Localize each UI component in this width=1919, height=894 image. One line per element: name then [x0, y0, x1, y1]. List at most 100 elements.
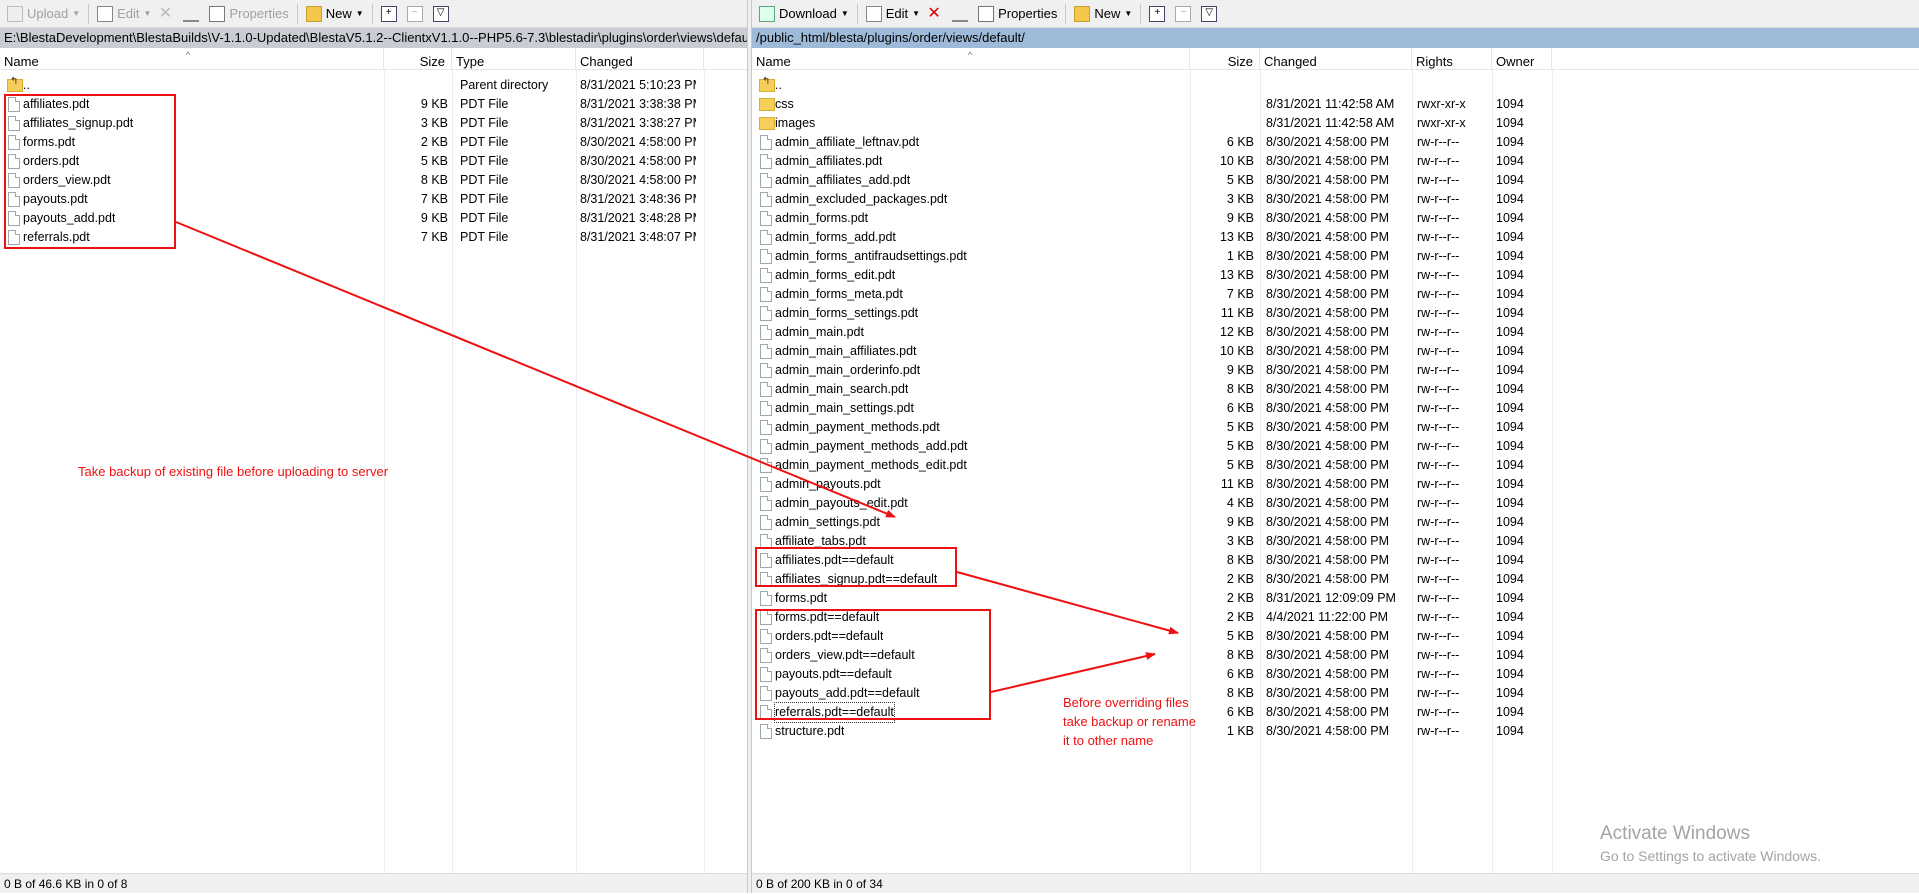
file-row[interactable]: affiliates_signup.pdt==default 2 KB 8/30/2…	[752, 570, 1919, 589]
file-owner: 1094	[1496, 211, 1524, 225]
file-row[interactable]: admin_forms_antifraudsettings.pdt 1 KB 8/3…	[752, 247, 1919, 266]
column-size[interactable]: Size	[1190, 48, 1260, 70]
column-owner[interactable]: Owner	[1492, 48, 1552, 70]
file-type: PDT File	[460, 211, 509, 225]
column-changed[interactable]: Changed	[1260, 48, 1412, 70]
download-button[interactable]: Download ▼	[756, 3, 852, 25]
file-row[interactable]: admin_main_orderinfo.pdt 9 KB 8/30/2021 4:…	[752, 361, 1919, 380]
file-rights: rw-r--r--	[1417, 534, 1460, 548]
file-name: forms.pdt	[23, 135, 76, 149]
delete-button[interactable]: ✕	[154, 3, 180, 25]
file-name: forms.pdt==default	[775, 610, 880, 624]
collapse-button[interactable]: −	[404, 3, 430, 25]
delete-button[interactable]: ✕	[923, 3, 949, 25]
file-row[interactable]: admin_main_settings.pdt 6 KB 8/30/2021 4:5…	[752, 399, 1919, 418]
file-row[interactable]: referrals.pdt==default 6 KB 8/30/2021 4:58…	[752, 702, 1919, 723]
file-size: 2 KB	[1226, 610, 1254, 624]
filter-button[interactable]: ▽	[430, 3, 456, 25]
file-rights: rw-r--r--	[1417, 173, 1460, 187]
file-row[interactable]: admin_main_affiliates.pdt 10 KB 8/30/2021 …	[752, 342, 1919, 361]
file-row[interactable]: payouts.pdt==default 6 KB 8/30/2021 4:58:0…	[752, 665, 1919, 684]
file-row[interactable]: admin_forms_add.pdt 13 KB 8/30/2021 4:58:0…	[752, 228, 1919, 247]
file-row[interactable]: admin_payment_methods_add.pdt 5 KB 8/30/20…	[752, 437, 1919, 456]
file-name: admin_payment_methods.pdt	[775, 420, 940, 434]
file-owner: 1094	[1496, 458, 1524, 472]
file-row[interactable]: admin_affiliates.pdt 10 KB 8/30/2021 4:58:…	[752, 152, 1919, 171]
file-owner: 1094	[1496, 477, 1524, 491]
column-size[interactable]: Size	[384, 48, 452, 70]
file-changed: 8/30/2021 4:58:00 PM	[1266, 249, 1390, 263]
rename-button[interactable]	[949, 3, 975, 25]
file-row[interactable]: payouts_add.pdt 9 KB PDT File 8/31/2021 3:4…	[0, 209, 747, 228]
file-row[interactable]: payouts.pdt 7 KB PDT File 8/31/2021 3:48:36…	[0, 190, 747, 209]
file-row[interactable]: admin_excluded_packages.pdt 3 KB 8/30/2021…	[752, 190, 1919, 209]
file-size: 11 KB	[1220, 306, 1254, 320]
file-changed: 8/30/2021 4:58:00 PM	[1266, 572, 1390, 586]
folder-row[interactable]: css 8/31/2021 11:42:58 AM rwxr-xr-x 1094	[752, 95, 1919, 114]
column-type[interactable]: Type	[452, 48, 576, 70]
file-owner: 1094	[1496, 534, 1524, 548]
file-row[interactable]: admin_payment_methods_edit.pdt 5 KB 8/30/2…	[752, 456, 1919, 475]
file-row[interactable]: orders_view.pdt 8 KB PDT File 8/30/2021 4:5…	[0, 171, 747, 190]
file-row[interactable]: admin_affiliates_add.pdt 5 KB 8/30/2021 4:…	[752, 171, 1919, 190]
edit-button[interactable]: Edit ▼	[863, 3, 923, 25]
file-row[interactable]: forms.pdt 2 KB 8/31/2021 12:09:09 PM rw-r--…	[752, 589, 1919, 608]
file-row[interactable]: admin_main.pdt 12 KB 8/30/2021 4:58:00 PM r…	[752, 323, 1919, 342]
file-row[interactable]: referrals.pdt 7 KB PDT File 8/31/2021 3:48:…	[0, 228, 747, 247]
filter-button[interactable]: ▽	[1198, 3, 1224, 25]
local-path-bar[interactable]: E:\BlestaDevelopment\BlestaBuilds\V-1.1.…	[0, 28, 747, 48]
file-row[interactable]: affiliate_tabs.pdt 3 KB 8/30/2021 4:58:00 …	[752, 532, 1919, 551]
edit-button[interactable]: Edit ▼	[94, 3, 154, 25]
file-row[interactable]: admin_forms_meta.pdt 7 KB 8/30/2021 4:58:0…	[752, 285, 1919, 304]
expand-button[interactable]: +	[378, 3, 404, 25]
file-rights: rw-r--r--	[1417, 287, 1460, 301]
file-row[interactable]: admin_settings.pdt 9 KB 8/30/2021 4:58:00 …	[752, 513, 1919, 532]
parent-directory-row[interactable]: .. Parent directory 8/31/2021 5:10:23 PM	[0, 76, 747, 95]
file-row[interactable]: payouts_add.pdt==default 8 KB 8/30/2021 4:…	[752, 684, 1919, 703]
file-row[interactable]: admin_forms_edit.pdt 13 KB 8/30/2021 4:58:…	[752, 266, 1919, 285]
file-row[interactable]: forms.pdt 2 KB PDT File 8/30/2021 4:58:00 P…	[0, 133, 747, 152]
chevron-down-icon: ▼	[355, 9, 364, 18]
file-row[interactable]: affiliates.pdt==default 8 KB 8/30/2021 4:5…	[752, 551, 1919, 570]
file-row[interactable]: admin_main_search.pdt 8 KB 8/30/2021 4:58:…	[752, 380, 1919, 399]
file-row[interactable]: forms.pdt==default 2 KB 4/4/2021 11:22:00 …	[752, 608, 1919, 627]
file-row[interactable]: orders_view.pdt==default 8 KB 8/30/2021 4:…	[752, 646, 1919, 665]
column-rights[interactable]: Rights	[1412, 48, 1492, 70]
upload-button[interactable]: Upload ▼	[4, 3, 83, 25]
file-type: PDT File	[460, 173, 509, 187]
expand-button[interactable]: +	[1146, 3, 1172, 25]
file-row[interactable]: affiliates.pdt 9 KB PDT File 8/31/2021 3:38…	[0, 95, 747, 114]
file-row[interactable]: admin_affiliate_leftnav.pdt 6 KB 8/30/2021…	[752, 133, 1919, 152]
new-button[interactable]: New ▼	[303, 3, 367, 25]
file-icon	[760, 287, 772, 302]
column-changed[interactable]: Changed	[576, 48, 704, 70]
file-row[interactable]: admin_forms.pdt 9 KB 8/30/2021 4:58:00 PM r…	[752, 209, 1919, 228]
properties-button[interactable]: Properties	[206, 3, 291, 25]
file-row[interactable]: admin_payouts_edit.pdt 4 KB 8/30/2021 4:58…	[752, 494, 1919, 513]
file-name: admin_forms_meta.pdt	[775, 287, 903, 301]
file-size: 3 KB	[1226, 192, 1254, 206]
file-row[interactable]: structure.pdt 1 KB 8/30/2021 4:58:00 PM rw-…	[752, 722, 1919, 741]
column-name[interactable]: ^ Name	[0, 48, 384, 70]
file-row[interactable]: orders.pdt 5 KB PDT File 8/30/2021 4:58:00 …	[0, 152, 747, 171]
file-changed: 8/30/2021 4:58:00 PM	[1266, 192, 1390, 206]
annotation-note-right: Before overriding files take backup or r…	[1063, 693, 1196, 750]
file-row[interactable]: admin_payment_methods.pdt 5 KB 8/30/2021 4…	[752, 418, 1919, 437]
file-row[interactable]: admin_forms_settings.pdt 11 KB 8/30/2021 4…	[752, 304, 1919, 323]
remote-path-bar[interactable]: /public_html/blesta/plugins/order/views/…	[752, 28, 1919, 48]
file-row[interactable]: affiliates_signup.pdt 3 KB PDT File 8/31/20…	[0, 114, 747, 133]
parent-directory-row[interactable]: ..	[752, 76, 1919, 95]
file-name: admin_forms.pdt	[775, 211, 869, 225]
column-name[interactable]: ^ Name	[752, 48, 1190, 70]
rename-button[interactable]	[180, 3, 206, 25]
file-rights: rw-r--r--	[1417, 572, 1460, 586]
file-row[interactable]: orders.pdt==default 5 KB 8/30/2021 4:58:00…	[752, 627, 1919, 646]
file-row[interactable]: admin_payouts.pdt 11 KB 8/30/2021 4:58:00 …	[752, 475, 1919, 494]
new-button[interactable]: New ▼	[1071, 3, 1135, 25]
properties-button[interactable]: Properties	[975, 3, 1060, 25]
folder-row[interactable]: images 8/31/2021 11:42:58 AM rwxr-xr-x 1094	[752, 114, 1919, 133]
file-name: admin_payment_methods_edit.pdt	[775, 458, 967, 472]
file-changed: 8/30/2021 4:58:00 PM	[1266, 686, 1390, 700]
file-type: PDT File	[460, 97, 509, 111]
collapse-button[interactable]: −	[1172, 3, 1198, 25]
